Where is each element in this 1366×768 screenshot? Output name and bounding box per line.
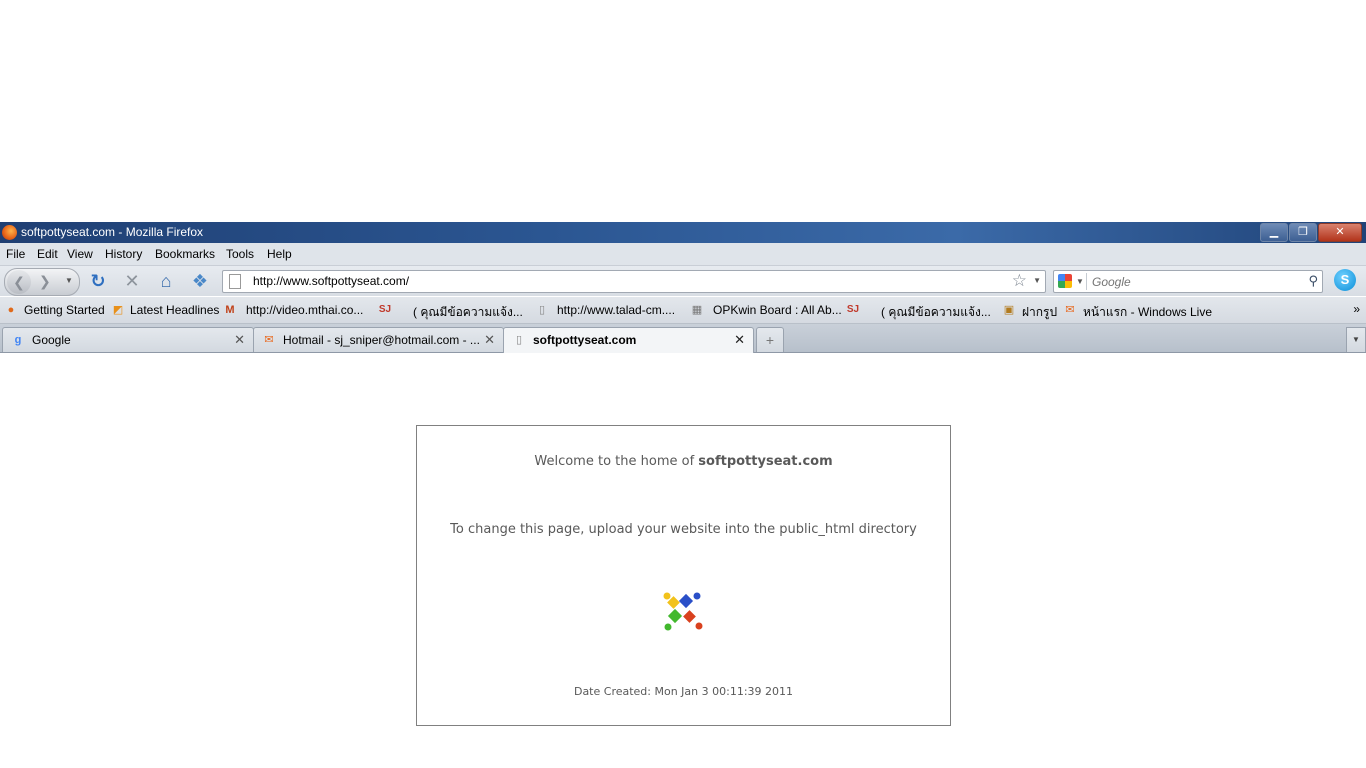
menu-view[interactable]: View	[67, 247, 93, 261]
google-icon[interactable]	[1058, 274, 1072, 288]
back-button[interactable]: ❮	[7, 270, 31, 294]
hotmail-icon: ✉	[264, 334, 274, 346]
bookmark-message-1[interactable]: ( คุณมีข้อความแจ้ง...	[413, 303, 523, 322]
tab-hotmail[interactable]: ✉ Hotmail - sj_sniper@hotmail.com - ... …	[253, 327, 504, 352]
history-dropdown-icon[interactable]: ▼	[65, 276, 73, 285]
stop-icon[interactable]: ✕	[122, 271, 142, 291]
bookmark-latest-headlines[interactable]: Latest Headlines	[130, 303, 219, 317]
welcome-prefix: Welcome to the home of	[534, 454, 699, 469]
rss-icon: ◩	[112, 304, 124, 316]
bookmarks-toolbar: ● Getting Started ◩ Latest Headlines M h…	[0, 297, 1366, 324]
addon-icon[interactable]: ❖	[190, 271, 210, 291]
home-icon[interactable]: ⌂	[156, 271, 176, 291]
instruction-text: To change this page, upload your website…	[450, 522, 917, 537]
page-content: Welcome to the home of softpottyseat.com…	[0, 353, 1366, 768]
reload-icon[interactable]: ↻	[88, 271, 108, 291]
bookmark-talad[interactable]: http://www.talad-cm....	[557, 303, 675, 317]
menu-bookmarks[interactable]: Bookmarks	[155, 247, 215, 261]
domain-name: softpottyseat.com	[698, 454, 833, 469]
close-tab-icon[interactable]: ✕	[234, 332, 245, 348]
firefox-icon: ●	[7, 304, 15, 316]
page-icon: ▯	[515, 334, 523, 346]
window-title: softpottyseat.com - Mozilla Firefox	[21, 225, 204, 239]
photo-icon: ▣	[1003, 304, 1015, 316]
google-icon: g	[14, 334, 22, 346]
restore-button[interactable]: ❐	[1289, 223, 1317, 242]
close-tab-icon[interactable]: ✕	[734, 332, 745, 348]
search-bar: ▼ ⚲	[1053, 270, 1323, 293]
desktop-blank-area	[0, 0, 1366, 222]
bookmarks-overflow-button[interactable]: »	[1353, 302, 1360, 316]
date-created: Date Created: Mon Jan 3 00:11:39 2011	[573, 685, 794, 698]
tab-label: Hotmail - sj_sniper@hotmail.com - ...	[283, 333, 480, 347]
window-titlebar: softpottyseat.com - Mozilla Firefox ▁ ❐ …	[0, 222, 1366, 243]
close-button[interactable]: ✕	[1318, 223, 1362, 242]
menu-bar: File Edit View History Bookmarks Tools H…	[0, 243, 1366, 266]
search-separator	[1086, 273, 1087, 290]
mthai-icon: M	[225, 304, 235, 316]
firefox-icon	[2, 225, 17, 240]
page-icon	[229, 274, 241, 289]
bookmark-star-icon[interactable]: ☆	[1012, 271, 1027, 291]
forward-button[interactable]: ❯	[39, 273, 51, 290]
search-icon[interactable]: ⚲	[1308, 273, 1318, 289]
url-bar[interactable]: http://www.softpottyseat.com/ ☆ ▼	[222, 270, 1046, 293]
bookmark-message-2[interactable]: ( คุณมีข้อความแจ้ง...	[881, 303, 991, 322]
bookmark-mthai[interactable]: http://video.mthai.co...	[246, 303, 363, 317]
bookmark-opkwin[interactable]: OPKwin Board : All Ab...	[713, 303, 842, 317]
welcome-text: Welcome to the home of softpottyseat.com	[417, 454, 950, 469]
sj-icon: SJ	[846, 304, 860, 315]
tab-google[interactable]: g Google ✕	[2, 327, 254, 352]
url-text[interactable]: http://www.softpottyseat.com/	[253, 274, 409, 288]
tab-softpottyseat[interactable]: ▯ softpottyseat.com ✕	[503, 327, 754, 353]
search-input[interactable]	[1090, 273, 1304, 291]
menu-help[interactable]: Help	[267, 247, 292, 261]
bookmark-upload-photo[interactable]: ฝากรูป	[1022, 303, 1057, 322]
menu-history[interactable]: History	[105, 247, 142, 261]
board-icon: ▦	[691, 304, 703, 316]
new-tab-button[interactable]: +	[756, 327, 784, 352]
menu-edit[interactable]: Edit	[37, 247, 58, 261]
tab-list-button[interactable]: ▼	[1346, 327, 1366, 352]
windows-live-icon: ✉	[1065, 304, 1075, 316]
sj-icon: SJ	[378, 304, 392, 315]
tab-bar: g Google ✕ ✉ Hotmail - sj_sniper@hotmail…	[0, 324, 1366, 353]
back-forward-group: ❮ ❯ ▼	[4, 268, 80, 296]
window-controls: ▁ ❐ ✕	[1259, 223, 1362, 242]
tab-label: softpottyseat.com	[533, 333, 637, 347]
tab-label: Google	[32, 333, 71, 347]
welcome-box: Welcome to the home of softpottyseat.com…	[416, 425, 951, 726]
minimize-button[interactable]: ▁	[1260, 223, 1288, 242]
bookmark-windows-live[interactable]: หน้าแรก - Windows Live	[1083, 303, 1212, 322]
close-tab-icon[interactable]: ✕	[484, 332, 495, 348]
engine-dropdown-icon[interactable]: ▼	[1076, 277, 1084, 286]
page-icon: ▯	[538, 304, 546, 316]
navigation-toolbar: ❮ ❯ ▼ ↻ ✕ ⌂ ❖ http://www.softpottyseat.c…	[0, 266, 1366, 296]
skype-icon[interactable]: S	[1334, 269, 1356, 291]
menu-tools[interactable]: Tools	[226, 247, 254, 261]
menu-file[interactable]: File	[6, 247, 25, 261]
url-dropdown-icon[interactable]: ▼	[1033, 276, 1041, 285]
cpanel-logo-icon	[663, 592, 703, 631]
bookmark-getting-started[interactable]: Getting Started	[24, 303, 105, 317]
